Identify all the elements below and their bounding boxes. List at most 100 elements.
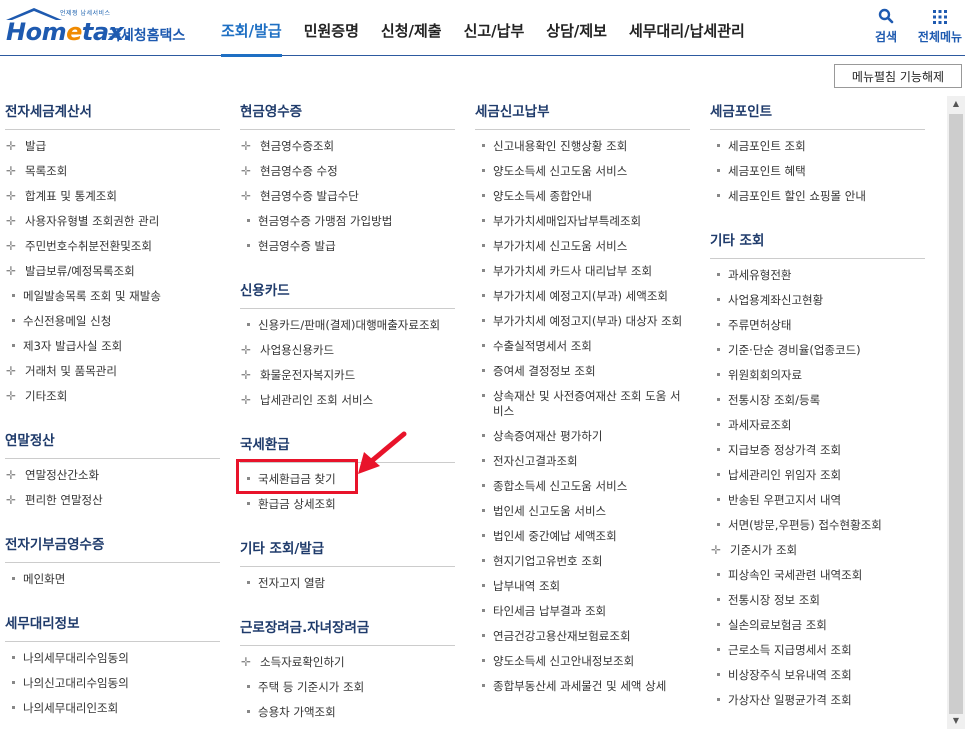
section-title[interactable]: 세금신고납부 bbox=[475, 98, 690, 130]
nav-consult-report[interactable]: 상담/제보 bbox=[535, 0, 618, 56]
menu-item[interactable]: 전통시장 조회/등록 bbox=[710, 388, 925, 413]
menu-item[interactable]: ✛ 현금영수증 발급수단 bbox=[240, 184, 455, 209]
scroll-up-arrow-icon[interactable]: ▲ bbox=[947, 96, 965, 112]
menu-item[interactable]: 증여세 결정정보 조회 bbox=[475, 359, 690, 384]
scroll-thumb[interactable] bbox=[949, 114, 963, 714]
menu-item[interactable]: 신고내용확인 진행상황 조회 bbox=[475, 134, 690, 159]
menu-item[interactable]: 비상장주식 보유내역 조회 bbox=[710, 663, 925, 688]
menu-item[interactable]: 반송된 우편고지서 내역 bbox=[710, 488, 925, 513]
menu-item[interactable]: 지급보증 정상가격 조회 bbox=[710, 438, 925, 463]
menu-item[interactable]: 신용카드/판매(결제)대행매출자료조회 bbox=[240, 313, 455, 338]
menu-item[interactable]: 메일발송목록 조회 및 재발송 bbox=[5, 284, 220, 309]
menu-item[interactable]: 피상속인 국세관련 내역조회 bbox=[710, 563, 925, 588]
scroll-down-arrow-icon[interactable]: ▼ bbox=[947, 713, 965, 729]
menu-item[interactable]: 부가가치세 신고도움 서비스 bbox=[475, 234, 690, 259]
menu-item[interactable]: ✛ 사용자유형별 조회권한 관리 bbox=[5, 209, 220, 234]
all-menu-button[interactable]: 전체메뉴 bbox=[912, 8, 965, 45]
menu-item[interactable]: ✛ 현금영수증조회 bbox=[240, 134, 455, 159]
menu-item[interactable]: ✛ 소득자료확인하기 bbox=[240, 650, 455, 675]
menu-expand-toggle-button[interactable]: 메뉴펼침 기능해제 bbox=[834, 64, 962, 88]
menu-item[interactable]: 과세자료조회 bbox=[710, 413, 925, 438]
menu-item[interactable]: 연금건강고용산재보험료조회 bbox=[475, 624, 690, 649]
menu-item[interactable]: 부가가치세 예정고지(부과) 대상자 조회 bbox=[475, 309, 690, 334]
section-title[interactable]: 연말정산 bbox=[5, 427, 220, 459]
menu-item[interactable]: 종합부동산세 과세물건 및 세액 상세 bbox=[475, 674, 690, 699]
menu-item[interactable]: 세금포인트 조회 bbox=[710, 134, 925, 159]
menu-item[interactable]: 승용차 가액조회 bbox=[240, 700, 455, 725]
menu-item[interactable]: 납세관리인 위임자 조회 bbox=[710, 463, 925, 488]
menu-item[interactable]: ✛ 거래처 및 품목관리 bbox=[5, 359, 220, 384]
menu-item[interactable]: 주택 등 기준시가 조회 bbox=[240, 675, 455, 700]
menu-item[interactable]: 양도소득세 신고안내정보조회 bbox=[475, 649, 690, 674]
menu-item[interactable]: ✛ 화물운전자복지카드 bbox=[240, 363, 455, 388]
section-title[interactable]: 현금영수증 bbox=[240, 98, 455, 130]
menu-item[interactable]: 환급금 상세조회 bbox=[240, 492, 455, 517]
menu-item[interactable]: 양도소득세 신고도움 서비스 bbox=[475, 159, 690, 184]
menu-item[interactable]: 기준·단순 경비율(업종코드) bbox=[710, 338, 925, 363]
section-title[interactable]: 세금포인트 bbox=[710, 98, 925, 130]
menu-item[interactable]: ✛ 편리한 연말정산 bbox=[5, 488, 220, 513]
section-title[interactable]: 기타 조회 bbox=[710, 227, 925, 259]
menu-item[interactable]: ✛ 목록조회 bbox=[5, 159, 220, 184]
menu-item[interactable]: 나의신고대리수임동의 bbox=[5, 671, 220, 696]
menu-item[interactable]: 수신전용메일 신청 bbox=[5, 309, 220, 334]
menu-item[interactable]: ✛ 발급 bbox=[5, 134, 220, 159]
menu-item[interactable]: ✛ 사업용신용카드 bbox=[240, 338, 455, 363]
section-title[interactable]: 세무대리정보 bbox=[5, 610, 220, 642]
menu-item[interactable]: 사업용계좌신고현황 bbox=[710, 288, 925, 313]
menu-item[interactable]: 전통시장 정보 조회 bbox=[710, 588, 925, 613]
hometax-logo[interactable]: 언제쩡 납세서비스 Hometax. 국세청홈택스 bbox=[4, 6, 194, 50]
menu-item[interactable]: ✛ 기타조회 bbox=[5, 384, 220, 409]
menu-item[interactable]: 과세유형전환 bbox=[710, 263, 925, 288]
menu-item[interactable]: ✛ 발급보류/예정목록조회 bbox=[5, 259, 220, 284]
search-button[interactable]: 검색 bbox=[870, 8, 902, 45]
menu-item[interactable]: 부가가치세 예정고지(부과) 세액조회 bbox=[475, 284, 690, 309]
nav-application-submission[interactable]: 신청/제출 bbox=[370, 0, 453, 56]
menu-item[interactable]: 실손의료보험금 조회 bbox=[710, 613, 925, 638]
vertical-scrollbar[interactable]: ▲ ▼ bbox=[947, 96, 965, 729]
menu-item[interactable]: 납부내역 조회 bbox=[475, 574, 690, 599]
section-title[interactable]: 전자기부금영수증 bbox=[5, 531, 220, 563]
menu-item[interactable]: ✛ 연말정산간소화 bbox=[5, 463, 220, 488]
menu-item[interactable]: 타인세금 납부결과 조회 bbox=[475, 599, 690, 624]
menu-column-3: 세금신고납부 신고내용확인 진행상황 조회 양도소득세 신고도움 서비스 양도소득세 … bbox=[475, 98, 690, 717]
menu-item[interactable]: 나의세무대리수임동의 bbox=[5, 646, 220, 671]
menu-item[interactable]: 가상자산 일평균가격 조회 bbox=[710, 688, 925, 713]
menu-item[interactable]: 상속증여재산 평가하기 bbox=[475, 424, 690, 449]
menu-item[interactable]: 근로소득 지급명세서 조회 bbox=[710, 638, 925, 663]
menu-item[interactable]: 전자신고결과조회 bbox=[475, 449, 690, 474]
menu-item[interactable]: ✛ 현금영수증 수정 bbox=[240, 159, 455, 184]
menu-item[interactable]: 수출실적명세서 조회 bbox=[475, 334, 690, 359]
section-title[interactable]: 전자세금계산서 bbox=[5, 98, 220, 130]
menu-item[interactable]: ✛ 주민번호수취분전환및조회 bbox=[5, 234, 220, 259]
menu-item[interactable]: 현금영수증 발급 bbox=[240, 234, 455, 259]
nav-tax-agent[interactable]: 세무대리/납세관리 bbox=[618, 0, 756, 56]
menu-item[interactable]: 메인화면 bbox=[5, 567, 220, 592]
menu-item[interactable]: 현지기업고유번호 조회 bbox=[475, 549, 690, 574]
menu-item[interactable]: 법인세 신고도움 서비스 bbox=[475, 499, 690, 524]
section-title[interactable]: 기타 조회/발급 bbox=[240, 535, 455, 567]
menu-item[interactable]: 제3자 발급사실 조회 bbox=[5, 334, 220, 359]
menu-item[interactable]: 상속재산 및 사전증여재산 조회 도움 서비스 bbox=[475, 384, 690, 424]
menu-item[interactable]: 종합소득세 신고도움 서비스 bbox=[475, 474, 690, 499]
menu-item[interactable]: 부가가치세 카드사 대리납부 조회 bbox=[475, 259, 690, 284]
menu-item[interactable]: ✛ 기준시가 조회 bbox=[710, 538, 925, 563]
menu-item[interactable]: ✛ 합계표 및 통계조회 bbox=[5, 184, 220, 209]
nav-filing-payment[interactable]: 신고/납부 bbox=[453, 0, 536, 56]
menu-item[interactable]: 법인세 중간예납 세액조회 bbox=[475, 524, 690, 549]
menu-item[interactable]: 세금포인트 할인 쇼핑몰 안내 bbox=[710, 184, 925, 209]
section-title[interactable]: 신용카드 bbox=[240, 277, 455, 309]
menu-item[interactable]: 양도소득세 종합안내 bbox=[475, 184, 690, 209]
nav-civil-certificates[interactable]: 민원증명 bbox=[293, 0, 370, 56]
menu-item[interactable]: ✛ 납세관리인 조회 서비스 bbox=[240, 388, 455, 413]
nav-inquiry-issue[interactable]: 조회/발급 bbox=[210, 0, 293, 57]
menu-item[interactable]: 부가가치세매입자납부특례조회 bbox=[475, 209, 690, 234]
section-title[interactable]: 근로장려금.자녀장려금 bbox=[240, 614, 455, 646]
menu-item[interactable]: 위원회회의자료 bbox=[710, 363, 925, 388]
menu-item[interactable]: 세금포인트 혜택 bbox=[710, 159, 925, 184]
menu-item[interactable]: 전자고지 열람 bbox=[240, 571, 455, 596]
menu-item[interactable]: 현금영수증 가맹점 가입방법 bbox=[240, 209, 455, 234]
menu-item[interactable]: 주류면허상태 bbox=[710, 313, 925, 338]
menu-item[interactable]: 서면(방문,우편등) 접수현황조회 bbox=[710, 513, 925, 538]
menu-item[interactable]: 나의세무대리인조회 bbox=[5, 696, 220, 721]
